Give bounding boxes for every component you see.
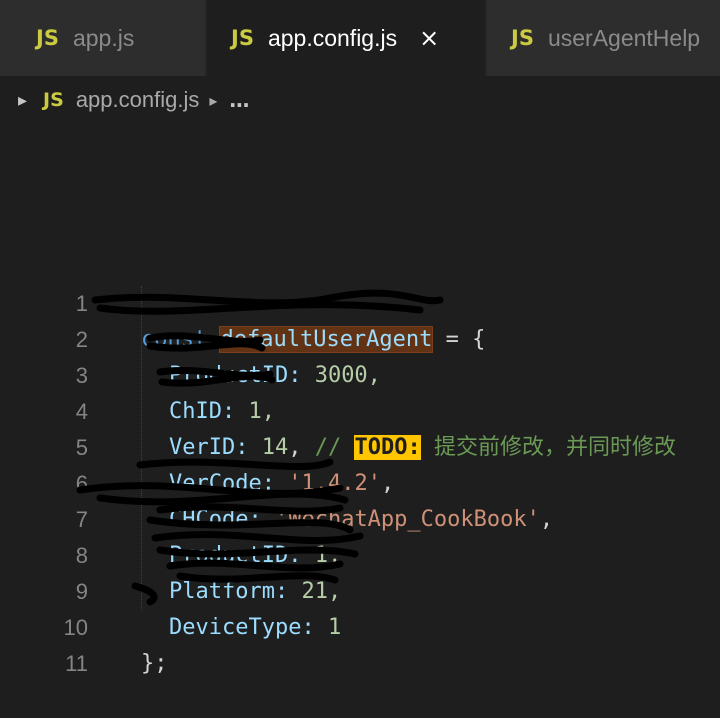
code-line: 1 const defaultUserAgent = { [0, 250, 720, 353]
javascript-file-icon: JS [231, 26, 254, 50]
tab-app-config-js[interactable]: JS app.config.js × [207, 0, 485, 76]
code-line: 4 VerID: 14, // TODO: 提交前修改，并同时修改 [0, 358, 720, 460]
code-line: 2 ProductID: 3000, [0, 286, 720, 388]
tab-label: userAgentHelp [547, 24, 701, 51]
line-number: 11 [65, 651, 88, 676]
javascript-file-icon: JS [43, 89, 64, 111]
javascript-file-icon: JS [511, 26, 534, 50]
code-line: 7 ProductID: 1, [0, 466, 720, 568]
code-line: 5 VerCode: '1.4.2', [0, 394, 720, 496]
code-line: 3 ChID: 1, [0, 322, 720, 424]
tab-label: app.config.js [267, 24, 398, 51]
breadcrumb: ▸ JS app.config.js ▸ … [0, 76, 720, 124]
tab-label: app.js [72, 24, 135, 51]
chevron-right-icon: ▸ [209, 90, 218, 110]
tab-user-agent-helper[interactable]: JS userAgentHelp [487, 0, 720, 76]
breadcrumb-more[interactable]: … [229, 88, 249, 112]
code-line: 10 }; [0, 574, 720, 676]
close-icon[interactable]: × [419, 24, 439, 52]
javascript-file-icon: JS [36, 26, 59, 50]
code-line: 8 Platform: 21, [0, 502, 720, 604]
editor-tab-bar: JS app.js JS app.config.js × JS userAgen… [0, 0, 720, 76]
code-editor[interactable]: 1 const defaultUserAgent = { 2 ProductID… [0, 250, 720, 676]
chevron-right-icon[interactable]: ▸ [18, 90, 27, 111]
code-line: 9 DeviceType: 1 [0, 538, 720, 640]
tab-app-js[interactable]: JS app.js [0, 0, 205, 76]
code-line: 6 CHCode: 'WechatApp_CookBook', [0, 430, 720, 532]
code-line: 11 [0, 610, 720, 676]
breadcrumb-file[interactable]: app.config.js [76, 87, 200, 113]
